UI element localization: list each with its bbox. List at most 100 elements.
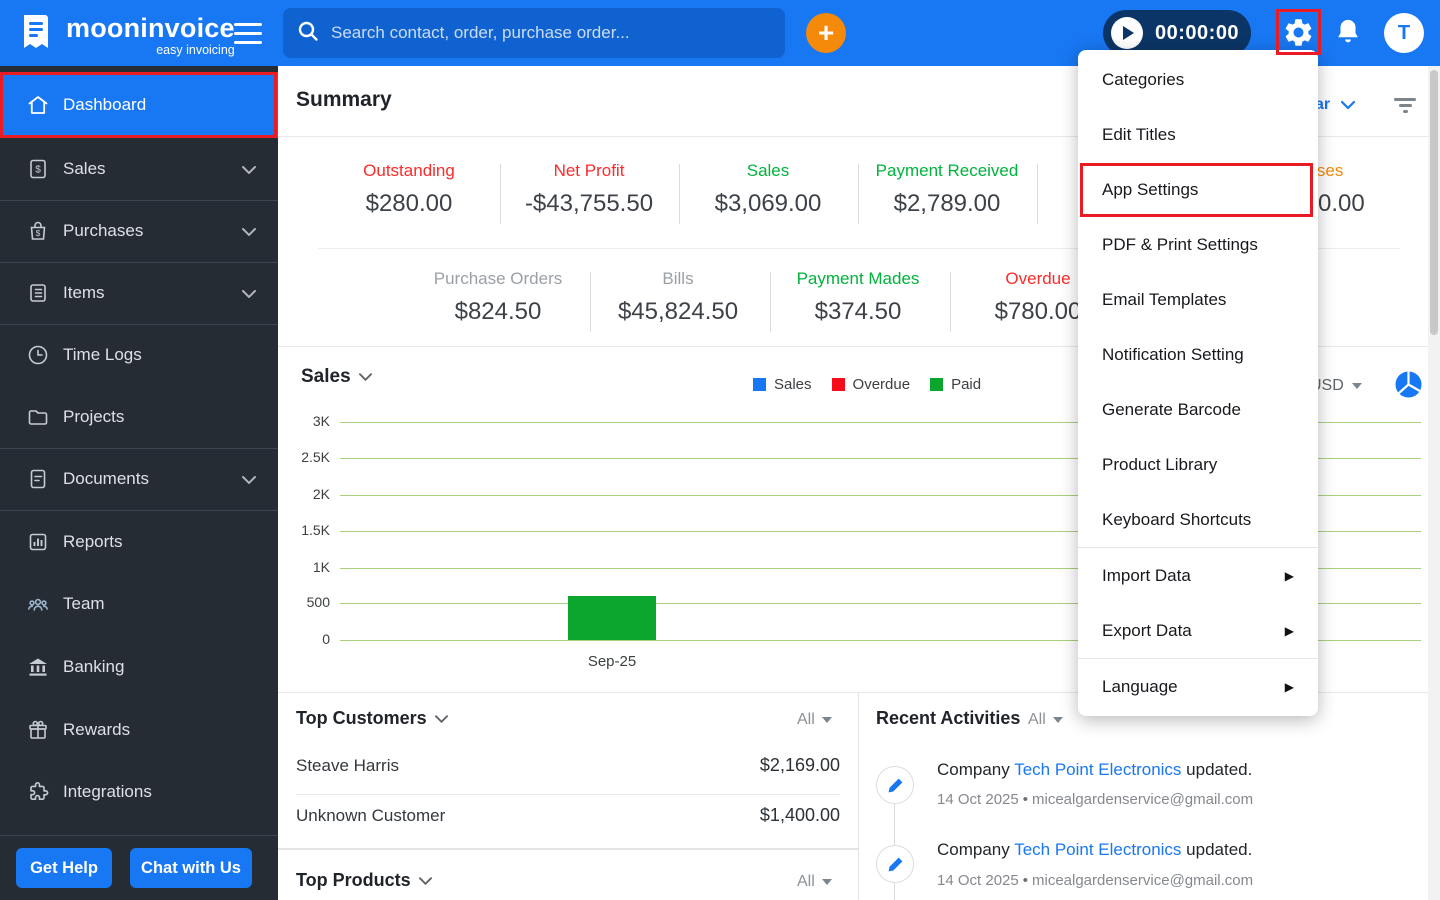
summary-value: $824.50 <box>454 298 542 325</box>
summary-card-sales: Sales $3,069.00 <box>678 161 858 218</box>
search-input[interactable] <box>331 23 771 43</box>
sidebar-item-team[interactable]: Team <box>0 573 278 635</box>
summary-label: Bills <box>662 269 694 288</box>
y-axis-tick: 2.5K <box>301 449 330 465</box>
menu-item-export-data[interactable]: Export Data ▶ <box>1078 603 1318 658</box>
period-selector[interactable]: ar <box>1315 96 1355 114</box>
user-avatar[interactable]: T <box>1384 13 1424 53</box>
summary-label: Sales <box>746 161 790 180</box>
summary-value: $2,789.00 <box>893 190 1001 217</box>
y-axis-tick: 1.5K <box>301 522 330 538</box>
sidebar-item-sales[interactable]: $ Sales <box>0 138 278 200</box>
bank-icon <box>26 655 50 679</box>
chat-with-us-button[interactable]: Chat with Us <box>130 848 252 888</box>
hamburger-menu-icon[interactable] <box>234 23 262 50</box>
bar-chart-icon <box>26 530 50 554</box>
activity-text: Company Tech Point Electronics updated. <box>937 760 1253 779</box>
sales-chart-dropdown[interactable]: Sales <box>301 366 372 388</box>
summary-value: -$43,755.50 <box>524 190 654 217</box>
edit-activity-icon[interactable] <box>876 766 914 804</box>
chevron-down-icon <box>821 717 832 723</box>
summary-value: $280.00 <box>365 190 453 217</box>
pie-chart-toggle-icon[interactable] <box>1395 371 1422 403</box>
menu-item-email-templates[interactable]: Email Templates <box>1078 272 1318 327</box>
menu-item-generate-barcode[interactable]: Generate Barcode <box>1078 382 1318 437</box>
list-icon <box>26 281 50 305</box>
legend-item-sales: Sales <box>753 376 812 393</box>
legend-swatch <box>753 378 766 391</box>
chevron-down-icon <box>242 159 256 179</box>
top-products-dropdown[interactable]: Top Products <box>296 870 432 891</box>
chevron-down-icon <box>434 714 448 723</box>
activity-meta: 14 Oct 2025 • micealgardenservice@gmail.co… <box>937 872 1254 889</box>
play-icon[interactable] <box>1111 17 1143 49</box>
customer-row-name[interactable]: Steave Harris <box>296 756 399 776</box>
sidebar-item-integrations[interactable]: Integrations <box>0 761 278 823</box>
y-axis-tick: 3K <box>312 413 330 429</box>
menu-item-categories[interactable]: Categories <box>1078 52 1318 107</box>
sidebar-item-label: Sales <box>63 159 106 178</box>
customer-row-name[interactable]: Unknown Customer <box>296 806 445 826</box>
edit-activity-icon[interactable] <box>876 845 914 883</box>
gift-icon <box>26 718 50 742</box>
scrollbar-thumb[interactable] <box>1430 70 1438 335</box>
y-axis-tick: 500 <box>306 594 330 610</box>
document-icon <box>26 467 50 491</box>
menu-item-product-library[interactable]: Product Library <box>1078 437 1318 492</box>
menu-item-keyboard-shortcuts[interactable]: Keyboard Shortcuts <box>1078 492 1318 547</box>
settings-gear-button[interactable] <box>1282 16 1315 54</box>
sidebar-item-dashboard[interactable]: Dashboard <box>0 72 278 138</box>
top-customers-filter[interactable]: All <box>797 711 832 729</box>
shopping-bag-icon: $ <box>26 219 50 243</box>
settings-menu: Categories Edit Titles App Settings PDF … <box>1078 50 1318 716</box>
section-title: Top Products <box>296 870 411 890</box>
sidebar-item-purchases[interactable]: $ Purchases <box>0 200 278 262</box>
svg-text:$: $ <box>35 165 41 176</box>
sidebar-item-label: Documents <box>63 469 149 488</box>
sidebar-item-label: Team <box>63 594 105 613</box>
sidebar-item-banking[interactable]: Banking <box>0 635 278 698</box>
summary-label: Payment Mades <box>796 269 920 288</box>
top-customers-dropdown[interactable]: Top Customers <box>296 708 448 729</box>
sidebar-item-label: Dashboard <box>63 95 147 114</box>
sidebar-item-rewards[interactable]: Rewards <box>0 698 278 761</box>
y-axis-tick: 1K <box>312 559 330 575</box>
sidebar-item-label: Integrations <box>63 782 152 801</box>
add-new-button[interactable]: + <box>806 13 846 53</box>
notifications-bell-button[interactable] <box>1334 17 1362 52</box>
sidebar-item-label: Rewards <box>63 719 131 739</box>
sidebar-item-label: Purchases <box>63 221 144 240</box>
filter-icon[interactable] <box>1394 98 1416 116</box>
sidebar-item-items[interactable]: Items <box>0 262 278 324</box>
get-help-button[interactable]: Get Help <box>16 848 112 888</box>
mooninvoice-logo-icon <box>16 12 56 59</box>
svg-text:$: $ <box>36 228 41 238</box>
search-icon <box>297 20 319 47</box>
menu-item-notification-setting[interactable]: Notification Setting <box>1078 327 1318 382</box>
sidebar-item-documents[interactable]: Documents <box>0 448 278 510</box>
activity-meta: 14 Oct 2025 • micealgardenservice@gmail.co… <box>937 791 1254 808</box>
menu-item-pdf-print-settings[interactable]: PDF & Print Settings <box>1078 217 1318 272</box>
recent-activities-filter[interactable]: All <box>1028 711 1063 729</box>
sidebar-item-label: Banking <box>63 656 125 676</box>
company-link[interactable]: Tech Point Electronics <box>1014 840 1181 859</box>
timer-value: 00:00:00 <box>1155 21 1240 44</box>
sidebar-item-reports[interactable]: Reports <box>0 510 278 573</box>
summary-label: Purchase Orders <box>433 269 563 288</box>
menu-item-import-data[interactable]: Import Data ▶ <box>1078 548 1318 603</box>
sidebar-item-projects[interactable]: Projects <box>0 386 278 448</box>
company-link[interactable]: Tech Point Electronics <box>1014 760 1181 779</box>
brand-logo[interactable]: mooninvoice easy invoicing <box>16 12 235 59</box>
menu-item-edit-titles[interactable]: Edit Titles <box>1078 107 1318 162</box>
top-products-filter[interactable]: All <box>797 873 832 891</box>
vertical-scrollbar[interactable] <box>1428 66 1440 900</box>
menu-item-app-settings[interactable]: App Settings <box>1078 162 1318 217</box>
sidebar-item-label: Reports <box>63 531 123 551</box>
chevron-down-icon <box>821 879 832 885</box>
menu-item-language[interactable]: Language ▶ <box>1078 659 1318 714</box>
menu-item-label: Language <box>1102 676 1178 696</box>
sidebar-item-time-logs[interactable]: Time Logs <box>0 324 278 386</box>
chart-bar-paid[interactable] <box>568 596 656 640</box>
legend-swatch <box>930 378 944 391</box>
global-search[interactable] <box>283 8 785 58</box>
